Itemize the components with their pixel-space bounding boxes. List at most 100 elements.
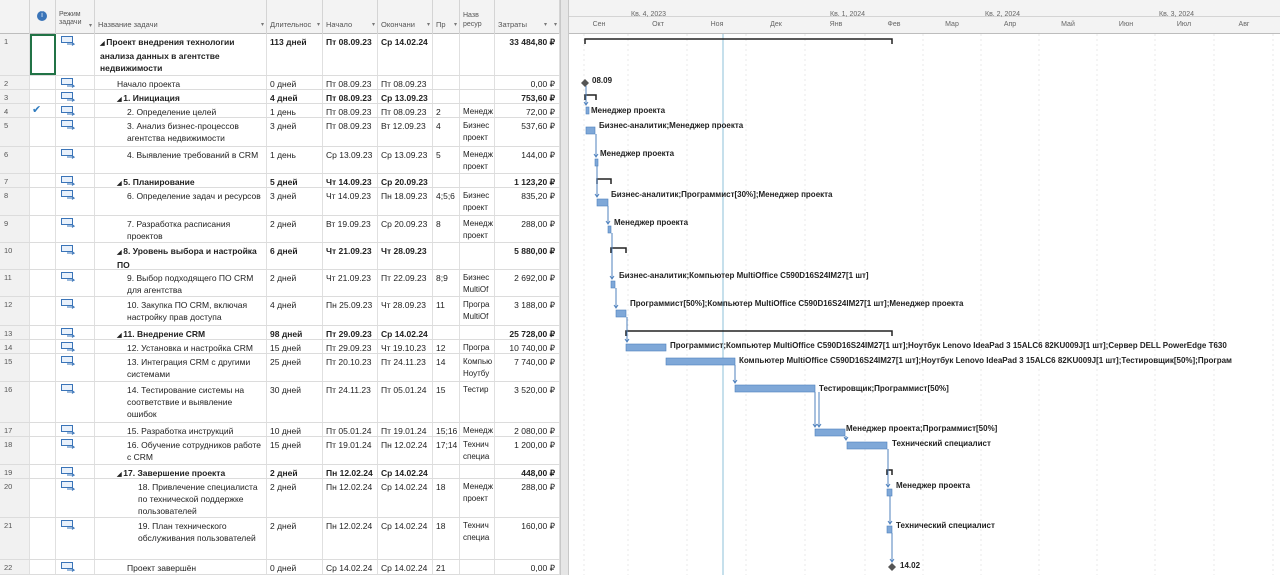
task-duration-cell[interactable]: 4 дней: [267, 90, 323, 103]
task-start-cell[interactable]: Пн 12.02.24: [323, 518, 378, 559]
task-pred-cell[interactable]: 21: [433, 560, 460, 574]
task-row[interactable]: 7 ◢ 5. Планирование 5 дней Чт 14.09.23 Ср 20…: [0, 174, 560, 188]
task-mode-cell[interactable]: [56, 243, 95, 269]
task-start-cell[interactable]: Пн 12.02.24: [323, 465, 378, 478]
col-header-info[interactable]: i: [30, 0, 56, 34]
task-mode-cell[interactable]: [56, 118, 95, 146]
task-duration-cell[interactable]: 0 дней: [267, 560, 323, 574]
task-row[interactable]: 20 18. Привлечение специалиста по техниче…: [0, 479, 560, 518]
task-pred-cell[interactable]: 18: [433, 518, 460, 559]
task-mode-cell[interactable]: [56, 270, 95, 296]
task-start-cell[interactable]: Ср 14.02.24: [323, 560, 378, 574]
task-pred-cell[interactable]: 8;9: [433, 270, 460, 296]
task-bar[interactable]: [886, 488, 893, 497]
task-cost-cell[interactable]: 3 520,00 ₽: [495, 382, 560, 422]
task-duration-cell[interactable]: 30 дней: [267, 382, 323, 422]
add-column-icon[interactable]: ▾: [554, 20, 557, 30]
task-res-cell[interactable]: [460, 560, 495, 574]
task-name-cell[interactable]: 2. Определение целей: [95, 104, 267, 117]
row-number[interactable]: 7: [0, 174, 30, 187]
task-res-cell[interactable]: [460, 76, 495, 89]
row-number[interactable]: 6: [0, 147, 30, 173]
task-pred-cell[interactable]: [433, 174, 460, 187]
task-finish-cell[interactable]: Ср 14.02.24: [378, 479, 433, 517]
task-res-cell[interactable]: Компью Ноутбу: [460, 354, 495, 381]
task-duration-cell[interactable]: 2 дней: [267, 216, 323, 242]
task-start-cell[interactable]: Чт 14.09.23: [323, 174, 378, 187]
task-row[interactable]: 9 7. Разработка расписания проектов 2 дней…: [0, 216, 560, 243]
task-row[interactable]: 3 ◢ 1. Инициация 4 дней Пт 08.09.23 Ср 13.09…: [0, 90, 560, 104]
task-mode-cell[interactable]: [56, 479, 95, 517]
row-number[interactable]: 1: [0, 34, 30, 75]
row-number[interactable]: 9: [0, 216, 30, 242]
task-finish-cell[interactable]: Чт 28.09.23: [378, 297, 433, 325]
task-duration-cell[interactable]: 1 день: [267, 104, 323, 117]
task-row[interactable]: 14 12. Установка и настройка CRM 15 дней Пт…: [0, 340, 560, 354]
task-finish-cell[interactable]: Пт 19.01.24: [378, 423, 433, 436]
col-header-duration[interactable]: Длительнос ▾: [267, 0, 323, 34]
task-mode-cell[interactable]: [56, 90, 95, 103]
task-finish-cell[interactable]: Чт 28.09.23: [378, 243, 433, 269]
task-mode-cell[interactable]: [56, 188, 95, 215]
task-mode-cell[interactable]: [56, 382, 95, 422]
task-name-cell[interactable]: 13. Интеграция CRM с другими системами: [95, 354, 267, 381]
task-mode-cell[interactable]: [56, 326, 95, 339]
task-row[interactable]: 1 ◢ Проект внедрения технологии анализа д…: [0, 34, 560, 76]
task-row[interactable]: 8 6. Определение задач и ресурсов 3 дней Чт…: [0, 188, 560, 216]
task-cost-cell[interactable]: 10 740,00 ₽: [495, 340, 560, 353]
task-row[interactable]: 15 13. Интеграция CRM с другими системами…: [0, 354, 560, 382]
task-name-cell[interactable]: 10. Закупка ПО CRM, включая настройку пр…: [95, 297, 267, 325]
row-number[interactable]: 4: [0, 104, 30, 117]
task-finish-cell[interactable]: Пн 12.02.24: [378, 437, 433, 464]
task-finish-cell[interactable]: Ср 14.02.24: [378, 34, 433, 75]
task-finish-cell[interactable]: Ср 14.02.24: [378, 560, 433, 574]
task-res-cell[interactable]: Бизнес проект: [460, 188, 495, 215]
task-row[interactable]: 4 ✔ 2. Определение целей 1 день Пт 08.09.23 П…: [0, 104, 560, 118]
task-row[interactable]: 11 9. Выбор подходящего ПО CRM для агентс…: [0, 270, 560, 297]
task-finish-cell[interactable]: Вт 12.09.23: [378, 118, 433, 146]
task-name-cell[interactable]: ◢ 11. Внедрение CRM: [95, 326, 267, 339]
task-name-cell[interactable]: 7. Разработка расписания проектов: [95, 216, 267, 242]
row-number[interactable]: 17: [0, 423, 30, 436]
task-bar[interactable]: [594, 158, 599, 167]
task-finish-cell[interactable]: Пн 18.09.23: [378, 188, 433, 215]
task-res-cell[interactable]: Менедж проект: [460, 479, 495, 517]
task-mode-cell[interactable]: [56, 147, 95, 173]
task-finish-cell[interactable]: Ср 14.02.24: [378, 518, 433, 559]
task-cost-cell[interactable]: 2 080,00 ₽: [495, 423, 560, 436]
row-number[interactable]: 12: [0, 297, 30, 325]
task-start-cell[interactable]: Пт 08.09.23: [323, 76, 378, 89]
task-pred-cell[interactable]: [433, 76, 460, 89]
task-row[interactable]: 5 3. Анализ бизнес-процессов агентства не…: [0, 118, 560, 147]
task-mode-cell[interactable]: [56, 216, 95, 242]
task-finish-cell[interactable]: Ср 20.09.23: [378, 216, 433, 242]
task-mode-cell[interactable]: [56, 76, 95, 89]
task-bar[interactable]: [814, 428, 846, 437]
task-name-cell[interactable]: 4. Выявление требований в CRM: [95, 147, 267, 173]
task-start-cell[interactable]: Пт 29.09.23: [323, 326, 378, 339]
task-pred-cell[interactable]: [433, 326, 460, 339]
row-number[interactable]: 20: [0, 479, 30, 517]
task-duration-cell[interactable]: 25 дней: [267, 354, 323, 381]
task-finish-cell[interactable]: Ср 14.02.24: [378, 465, 433, 478]
task-row[interactable]: 18 16. Обучение сотрудников работе с CRM 1…: [0, 437, 560, 465]
task-name-cell[interactable]: 9. Выбор подходящего ПО CRM для агентств…: [95, 270, 267, 296]
task-pred-cell[interactable]: 15: [433, 382, 460, 422]
task-finish-cell[interactable]: Пт 05.01.24: [378, 382, 433, 422]
task-cost-cell[interactable]: 288,00 ₽: [495, 216, 560, 242]
task-finish-cell[interactable]: Ср 13.09.23: [378, 147, 433, 173]
task-duration-cell[interactable]: 2 дней: [267, 270, 323, 296]
task-bar[interactable]: [585, 106, 590, 115]
task-cost-cell[interactable]: 835,20 ₽: [495, 188, 560, 215]
task-name-cell[interactable]: 18. Привлечение специалиста по техническ…: [95, 479, 267, 517]
task-pred-cell[interactable]: 2: [433, 104, 460, 117]
task-finish-cell[interactable]: Пт 08.09.23: [378, 104, 433, 117]
task-row[interactable]: 19 ◢ 17. Завершение проекта 2 дней Пн 12.02…: [0, 465, 560, 479]
task-finish-cell[interactable]: Чт 19.10.23: [378, 340, 433, 353]
task-cost-cell[interactable]: 288,00 ₽: [495, 479, 560, 517]
task-bar[interactable]: [886, 525, 893, 534]
row-number[interactable]: 19: [0, 465, 30, 478]
task-pred-cell[interactable]: 15;16: [433, 423, 460, 436]
task-name-cell[interactable]: 6. Определение задач и ресурсов: [95, 188, 267, 215]
task-finish-cell[interactable]: Ср 14.02.24: [378, 326, 433, 339]
